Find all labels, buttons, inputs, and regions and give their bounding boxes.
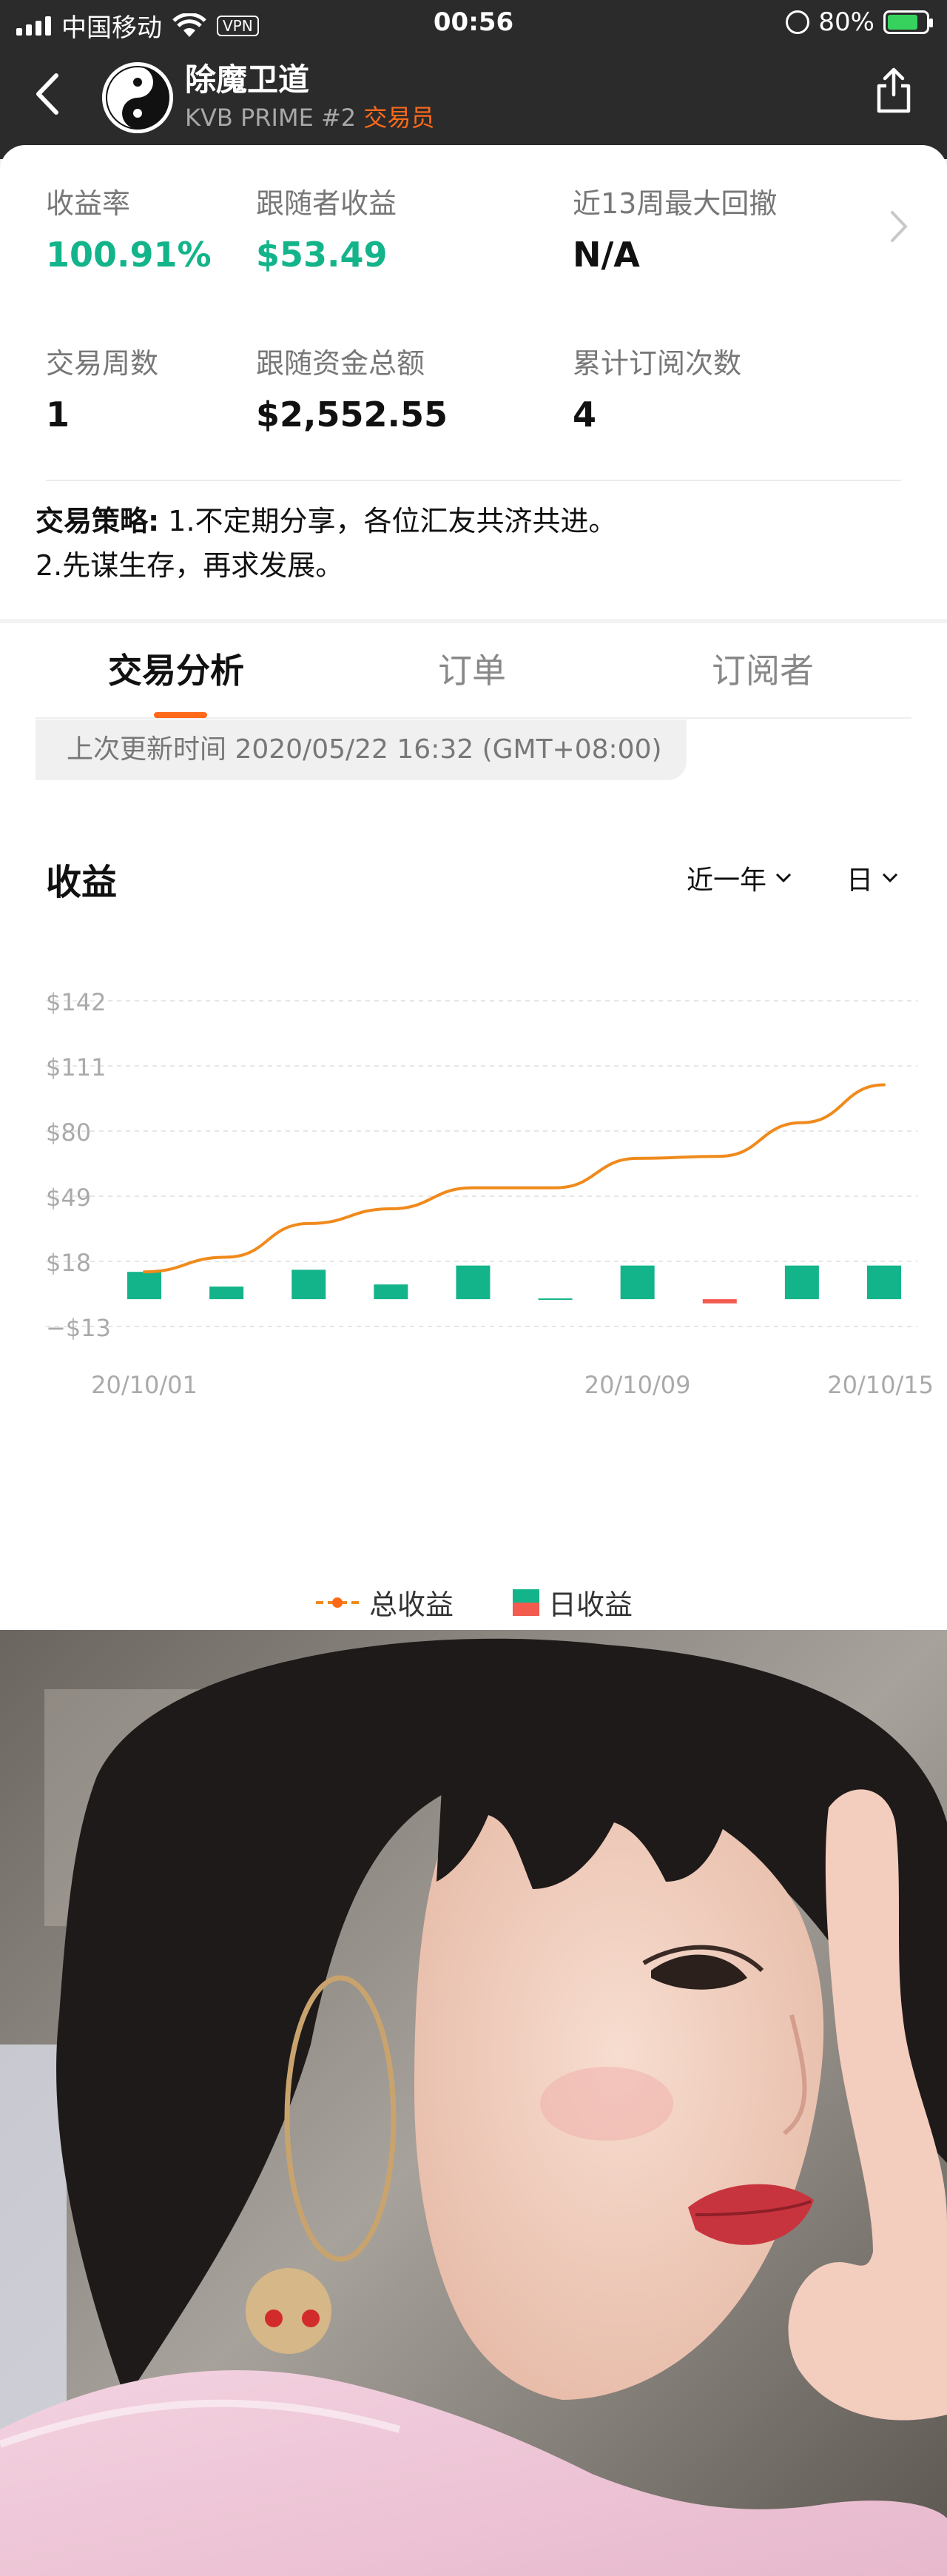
stat-trading-weeks: 交易周数 1 — [46, 341, 158, 435]
rotation-lock-icon — [786, 10, 810, 34]
tab-analysis[interactable]: 交易分析 — [108, 644, 244, 693]
x-tick-label: 20/10/01 — [91, 1371, 198, 1399]
chart-title: 收益 — [46, 862, 118, 903]
daily-bar — [209, 1287, 244, 1300]
y-tick-label: −$13 — [46, 1314, 111, 1342]
nav-bar: 除魔卫道 KVB PRIME #2 交易员 — [0, 49, 947, 149]
stat-value: 1 — [46, 395, 70, 435]
legend-daily[interactable]: 日收益 — [513, 1582, 633, 1623]
daily-bar — [620, 1265, 655, 1300]
period-dropdown[interactable]: 日 — [846, 859, 900, 897]
total-line — [143, 1083, 886, 1274]
daily-bar — [127, 1272, 161, 1300]
analysis-section: 交易分析 订单 订阅者 上次更新时间 2020/05/22 16:32 (GMT… — [0, 623, 947, 1630]
tab-orders[interactable]: 订单 — [438, 644, 506, 693]
legend-total[interactable]: 总收益 — [314, 1582, 454, 1623]
stat-value: 100.91% — [46, 235, 212, 275]
stats-card: 收益率 100.91% 跟随者收益 $53.49 近13周最大回撤 N/A 交易… — [0, 145, 947, 619]
strategy-text: 交易策略: 1.不定期分享，各位汇友共济共进。 2.先谋生存，再求发展。 — [36, 499, 909, 588]
tab-bar: 交易分析 订单 订阅者 — [0, 623, 947, 720]
y-tick-label: $49 — [46, 1184, 91, 1212]
stat-value: N/A — [573, 235, 640, 275]
stat-label: 累计订阅次数 — [573, 347, 742, 380]
profile-photo — [0, 1630, 947, 2576]
strategy-line-1: 1.不定期分享，各位汇友共济共进。 — [159, 505, 617, 537]
trader-name: 除魔卫道 — [185, 61, 310, 98]
y-tick-label: $142 — [46, 988, 106, 1016]
stat-follow-funds: 跟随资金总额 $2,552.55 — [256, 341, 448, 435]
battery-percent: 80% — [818, 7, 874, 37]
bar-legend-icon — [513, 1589, 539, 1616]
top-header: 中国移动 VPN 00:56 80% 除魔卫道 KVB PRIME #2 交易员 — [0, 0, 947, 159]
line-legend-icon — [315, 1597, 359, 1608]
stat-subscriptions: 累计订阅次数 4 — [573, 341, 741, 435]
last-updated: 上次更新时间 2020/05/22 16:32 (GMT+08:00) — [36, 720, 687, 780]
daily-bar — [456, 1265, 491, 1300]
chevron-down-icon — [775, 873, 792, 883]
daily-bar — [374, 1284, 408, 1300]
divider — [46, 480, 901, 481]
server-label: KVB PRIME #2 — [185, 104, 357, 132]
chevron-down-icon — [882, 873, 898, 883]
battery-icon — [883, 10, 933, 34]
chart-legend: 总收益 日收益 — [0, 1582, 947, 1623]
stat-max-drawdown: 近13周最大回撤 N/A — [573, 181, 777, 275]
chevron-right-icon[interactable] — [888, 208, 910, 245]
stat-value: $53.49 — [256, 235, 388, 275]
legend-total-label: 总收益 — [368, 1589, 454, 1621]
status-bar: 中国移动 VPN 00:56 80% — [0, 0, 947, 49]
strategy-label: 交易策略: — [36, 505, 160, 537]
range-value: 近一年 — [687, 865, 767, 896]
stat-value: 4 — [573, 395, 597, 435]
legend-daily-label: 日收益 — [548, 1589, 633, 1621]
range-dropdown[interactable]: 近一年 — [687, 859, 793, 897]
daily-bar — [702, 1299, 737, 1304]
stat-label: 跟随资金总额 — [256, 347, 425, 380]
period-value: 日 — [846, 865, 874, 896]
strategy-line-2: 2.先谋生存，再求发展。 — [36, 549, 344, 582]
share-icon[interactable] — [872, 65, 916, 117]
stat-label: 跟随者收益 — [256, 187, 397, 220]
y-tick-label: $80 — [46, 1118, 91, 1147]
stat-follower-profit: 跟随者收益 $53.49 — [256, 181, 397, 275]
daily-bar — [867, 1265, 901, 1300]
stat-label: 交易周数 — [46, 347, 159, 380]
yin-yang-icon — [102, 62, 173, 133]
x-tick-label: 20/10/09 — [584, 1371, 691, 1399]
role-tag: 交易员 — [363, 104, 435, 132]
daily-bar — [291, 1269, 326, 1300]
daily-bar — [538, 1298, 573, 1301]
y-tick-label: $111 — [46, 1053, 106, 1081]
back-arrow-icon[interactable] — [27, 68, 71, 120]
tab-subscribers[interactable]: 订阅者 — [712, 644, 814, 693]
daily-bar — [784, 1265, 819, 1300]
avatar[interactable] — [102, 62, 173, 133]
stat-label: 收益率 — [46, 187, 131, 220]
stat-label: 近13周最大回撤 — [573, 187, 778, 220]
x-tick-label: 20/10/15 — [827, 1371, 934, 1399]
profit-chart: $142 $111 $80 $49 $18 −$13 20/10/01 20/10/09 20/… — [46, 988, 934, 1399]
tab-indicator — [154, 712, 207, 718]
stat-value: $2,552.55 — [256, 395, 448, 435]
trader-subtitle: KVB PRIME #2 交易员 — [185, 99, 434, 133]
y-tick-label: $18 — [46, 1249, 91, 1277]
stat-return-rate: 收益率 100.91% — [46, 181, 212, 275]
